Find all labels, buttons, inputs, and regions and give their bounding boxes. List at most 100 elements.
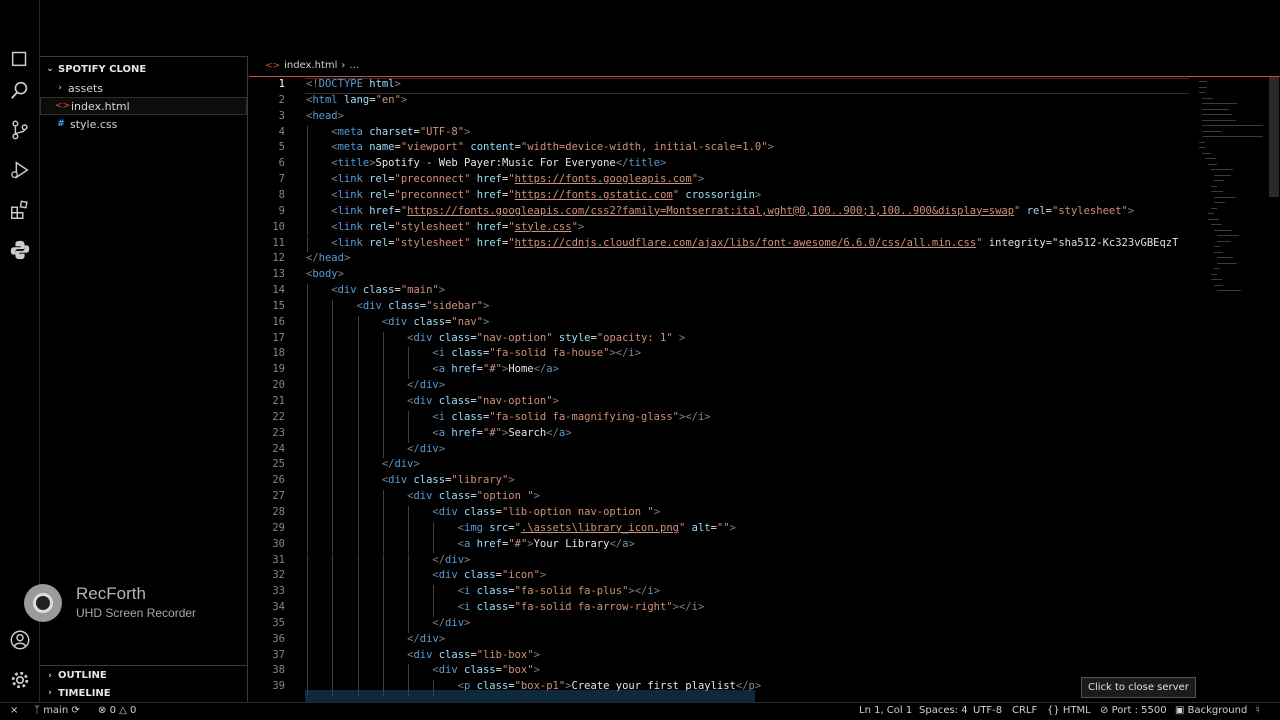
code-line[interactable]: 6 <title>Spotify - Web Payer:Music For Ev… (249, 157, 1189, 174)
code-line[interactable]: 38 <div class="box"> (249, 664, 1189, 681)
background-icon: ▣ (1175, 705, 1185, 716)
indent-guide (382, 632, 384, 649)
indent-guide (332, 442, 334, 459)
code-line[interactable]: 34 <i class="fa-solid fa-arrow-right"></i… (249, 601, 1189, 617)
port-status[interactable]: ⊘ Port : 5500 (1100, 705, 1167, 716)
line-number: 33 (272, 585, 285, 598)
code-line[interactable]: 22 <i class="fa-solid fa-magnifying-glass… (249, 410, 1189, 427)
problems-status[interactable]: ⊗ 0 △ 0 (98, 705, 136, 716)
code-line[interactable]: 9 <link href="https://fonts.googleapis.co… (249, 204, 1189, 221)
code-area[interactable]: 1 <!DOCTYPE html> 2 <html lang="en"> 3 <head>… (249, 77, 1189, 703)
code-line[interactable]: 14 <div class="main"> (249, 284, 1189, 300)
braces-icon: {} (1047, 705, 1060, 716)
python-icon[interactable] (8, 238, 32, 262)
port-label: Port : 5500 (1111, 705, 1167, 716)
breadcrumb-rest[interactable]: ... (349, 60, 359, 71)
search-icon[interactable] (8, 78, 32, 102)
indent-guide (307, 331, 308, 348)
indent-guide (332, 632, 334, 649)
bell-icon[interactable]: ♮ (1256, 705, 1260, 716)
cursor-position[interactable]: Ln 1, Col 1 (859, 705, 912, 716)
code-line[interactable]: 25 </div> (249, 458, 1189, 475)
code-text: <link rel="stylesheet" href="https://cdn… (331, 236, 1179, 249)
line-number: 2 (278, 93, 285, 106)
indentation-status[interactable]: Spaces: 4 (919, 705, 968, 716)
breadcrumb-file[interactable]: index.html (284, 60, 337, 71)
code-line[interactable]: 1 <!DOCTYPE html> (249, 78, 1189, 94)
code-line[interactable]: 11 <link rel="stylesheet" href="https://c… (249, 236, 1189, 253)
line-number: 37 (272, 648, 285, 661)
encoding-status[interactable]: UTF-8 (973, 705, 1002, 716)
indent-guide (357, 442, 359, 459)
code-line[interactable]: 32 <div class="icon"> (249, 569, 1189, 586)
code-line[interactable]: 35 </div> (249, 616, 1189, 633)
horizontal-scrollbar[interactable] (305, 690, 755, 702)
code-text: <i class="fa-solid fa-magnifying-glass">… (432, 410, 711, 423)
line-number: 25 (272, 458, 285, 471)
code-line[interactable]: 2 <html lang="en"> (249, 94, 1189, 110)
account-icon[interactable] (8, 628, 32, 652)
minimap-line (1202, 119, 1236, 121)
code-line[interactable]: 17 <div class="nav-option" style="opacity… (249, 331, 1189, 348)
code-line[interactable]: 19 <a href="#">Home</a> (249, 363, 1189, 380)
code-line[interactable]: 13 <body> (249, 268, 1189, 284)
line-number: 9 (278, 204, 285, 217)
indent-guide (307, 664, 308, 681)
indent-guide (433, 601, 435, 617)
eol-status[interactable]: CRLF (1012, 705, 1037, 716)
code-line[interactable]: 26 <div class="library"> (249, 474, 1189, 491)
code-line[interactable]: 28 <div class="lib-option nav-option "> (249, 505, 1189, 522)
code-line[interactable]: 31 </div> (249, 553, 1189, 570)
code-editor[interactable]: 1 <!DOCTYPE html> 2 <html lang="en"> 3 <head>… (249, 76, 1280, 702)
code-line[interactable]: 21 <div class="nav-option"> (249, 395, 1189, 411)
code-line[interactable]: 12 </head> (249, 252, 1189, 268)
indent-guide (408, 505, 410, 522)
timeline-section-header[interactable]: › TIMELINE (40, 683, 247, 703)
background-status[interactable]: ▣ Background (1175, 705, 1247, 716)
code-line[interactable]: 20 </div> (249, 379, 1189, 395)
language-status[interactable]: {} HTML (1047, 705, 1091, 716)
extensions-icon[interactable] (8, 198, 32, 222)
code-line[interactable]: 33 <i class="fa-solid fa-plus"></i> (249, 585, 1189, 602)
code-line[interactable]: 30 <a href="#">Your Library</a> (249, 537, 1189, 554)
run-debug-icon[interactable] (8, 158, 32, 182)
code-line[interactable]: 16 <div class="nav"> (249, 315, 1189, 332)
branch-status[interactable]: ᛉ main ⟳ (34, 705, 80, 716)
code-line[interactable]: 10 <link rel="stylesheet" href="style.css… (249, 220, 1189, 237)
code-line[interactable]: 29 <img src=".\assets\library_icon.png" a… (249, 521, 1189, 538)
code-line[interactable]: 18 <i class="fa-solid fa-house"></i> (249, 347, 1189, 364)
code-line[interactable]: 5 <meta name="viewport" content="width=de… (249, 141, 1189, 158)
tree-item-style-css[interactable]: # style.css (40, 115, 247, 133)
source-control-icon[interactable] (8, 118, 32, 142)
explorer-project-header[interactable]: ⌄ SPOTIFY CLONE (40, 59, 247, 79)
outline-section-header[interactable]: › OUTLINE (40, 665, 247, 685)
line-number: 21 (272, 395, 285, 407)
code-text: </head> (306, 252, 351, 265)
code-line[interactable]: 37 <div class="lib-box"> (249, 648, 1189, 665)
code-line[interactable]: 15 <div class="sidebar"> (249, 299, 1189, 316)
indent-guide (332, 299, 334, 316)
line-number: 7 (278, 173, 285, 186)
chevron-right-icon: › (58, 83, 62, 93)
code-line[interactable]: 8 <link rel="preconnect" href="https://fo… (249, 188, 1189, 205)
code-line[interactable]: 4 <meta charset="UTF-8"> (249, 125, 1189, 142)
tree-item-assets[interactable]: › assets (40, 79, 247, 97)
vertical-scrollbar[interactable] (1269, 77, 1279, 197)
code-line[interactable]: 27 <div class="option "> (249, 490, 1189, 506)
code-line[interactable]: 24 </div> (249, 442, 1189, 459)
code-line[interactable]: 3 <head> (249, 110, 1189, 126)
code-line[interactable]: 23 <a href="#">Search</a> (249, 426, 1189, 443)
indent-guide (332, 426, 334, 443)
remote-icon[interactable]: ⨯ (10, 705, 18, 716)
code-line[interactable]: 7 <link rel="preconnect" href="https://fo… (249, 173, 1189, 189)
breadcrumb[interactable]: <> index.html › ... (265, 60, 359, 71)
css-file-icon: # (57, 119, 65, 129)
explorer-icon[interactable] (8, 46, 32, 70)
code-text: <div class="option "> (407, 490, 540, 503)
code-line[interactable]: 36 </div> (249, 632, 1189, 649)
minimap-line (1217, 240, 1231, 242)
tree-item-index-html[interactable]: <> index.html (40, 97, 247, 115)
minimap[interactable] (1197, 77, 1267, 307)
gear-icon[interactable] (8, 668, 32, 692)
minimap-line (1211, 273, 1217, 275)
